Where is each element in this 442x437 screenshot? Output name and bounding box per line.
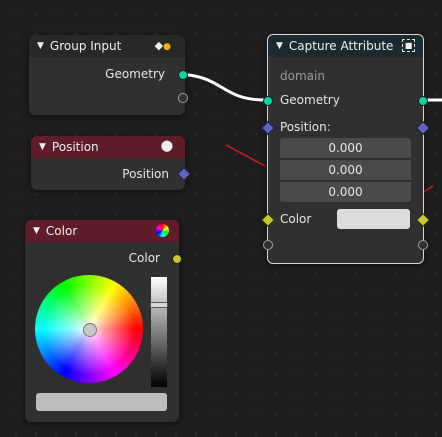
position-title: Position	[51, 140, 99, 154]
color-value-swatch[interactable]	[337, 209, 410, 229]
capture-attribute-icon: ■	[402, 39, 415, 52]
capture-attribute-header[interactable]: ▼ Capture Attribute ■	[268, 35, 423, 57]
collapse-triangle-icon[interactable]: ▼	[39, 142, 46, 152]
color-title: Color	[45, 224, 78, 238]
position-z-value: 0.000	[328, 185, 363, 199]
geometry-label: Geometry	[280, 93, 340, 107]
position-output-row: Position	[31, 165, 185, 183]
group-input-header[interactable]: ▼ Group Input ◆●	[29, 35, 185, 57]
position-node[interactable]: ▼ Position ⬤ Position	[31, 136, 192, 190]
group-input-geometry-socket[interactable]	[178, 70, 188, 80]
position-label: Position:	[280, 120, 331, 134]
capture-attribute-node[interactable]: ▼ Capture Attribute ■ domain Geometry Po…	[260, 34, 431, 264]
color-header[interactable]: ▼ Color	[25, 220, 179, 242]
capture-attribute-title: Capture Attribute	[288, 39, 394, 53]
group-input-empty-socket[interactable]	[178, 93, 188, 103]
color-output-row: Color	[25, 249, 179, 267]
geometry-link[interactable]	[177, 72, 267, 102]
position-output-label: Position	[122, 167, 169, 181]
group-input-geometry-row: Geometry	[29, 65, 185, 83]
position-y-value: 0.000	[328, 163, 363, 177]
geometry-row: Geometry	[268, 91, 423, 109]
color-output-socket[interactable]	[172, 254, 182, 264]
position-x-field[interactable]: 0.000	[280, 138, 411, 159]
position-row: Position:	[268, 118, 423, 136]
collapse-triangle-icon[interactable]: ▼	[276, 41, 283, 51]
group-input-node[interactable]: ▼ Group Input ◆● Geometry	[29, 35, 188, 115]
cut-line-left	[225, 144, 266, 167]
color-wheel[interactable]	[35, 275, 143, 383]
collapse-triangle-icon[interactable]: ▼	[37, 41, 44, 51]
group-input-geometry-label: Geometry	[105, 67, 165, 81]
color-swatch[interactable]	[36, 393, 167, 411]
color-label: Color	[280, 212, 312, 226]
color-wheel-icon	[156, 224, 169, 237]
group-input-icon: ◆●	[154, 39, 171, 52]
domain-row[interactable]: domain	[268, 67, 423, 85]
position-z-field[interactable]: 0.000	[280, 182, 411, 203]
value-slider-handle[interactable]	[150, 302, 168, 308]
location-pin-icon: ⬤	[160, 139, 173, 152]
value-slider[interactable]	[150, 277, 168, 387]
position-x-value: 0.000	[328, 141, 363, 155]
color-node[interactable]: ▼ Color Color	[25, 220, 182, 422]
group-input-title: Group Input	[49, 39, 122, 53]
domain-label: domain	[280, 69, 325, 83]
empty-output-socket[interactable]	[418, 240, 428, 250]
empty-input-socket[interactable]	[263, 240, 273, 250]
collapse-triangle-icon[interactable]: ▼	[33, 226, 40, 236]
color-wheel-cursor[interactable]	[83, 323, 97, 337]
geometry-output-socket[interactable]	[418, 96, 428, 106]
position-header[interactable]: ▼ Position ⬤	[31, 136, 185, 158]
geometry-input-socket[interactable]	[263, 96, 273, 106]
position-y-field[interactable]: 0.000	[280, 160, 411, 181]
color-output-label: Color	[128, 251, 160, 265]
